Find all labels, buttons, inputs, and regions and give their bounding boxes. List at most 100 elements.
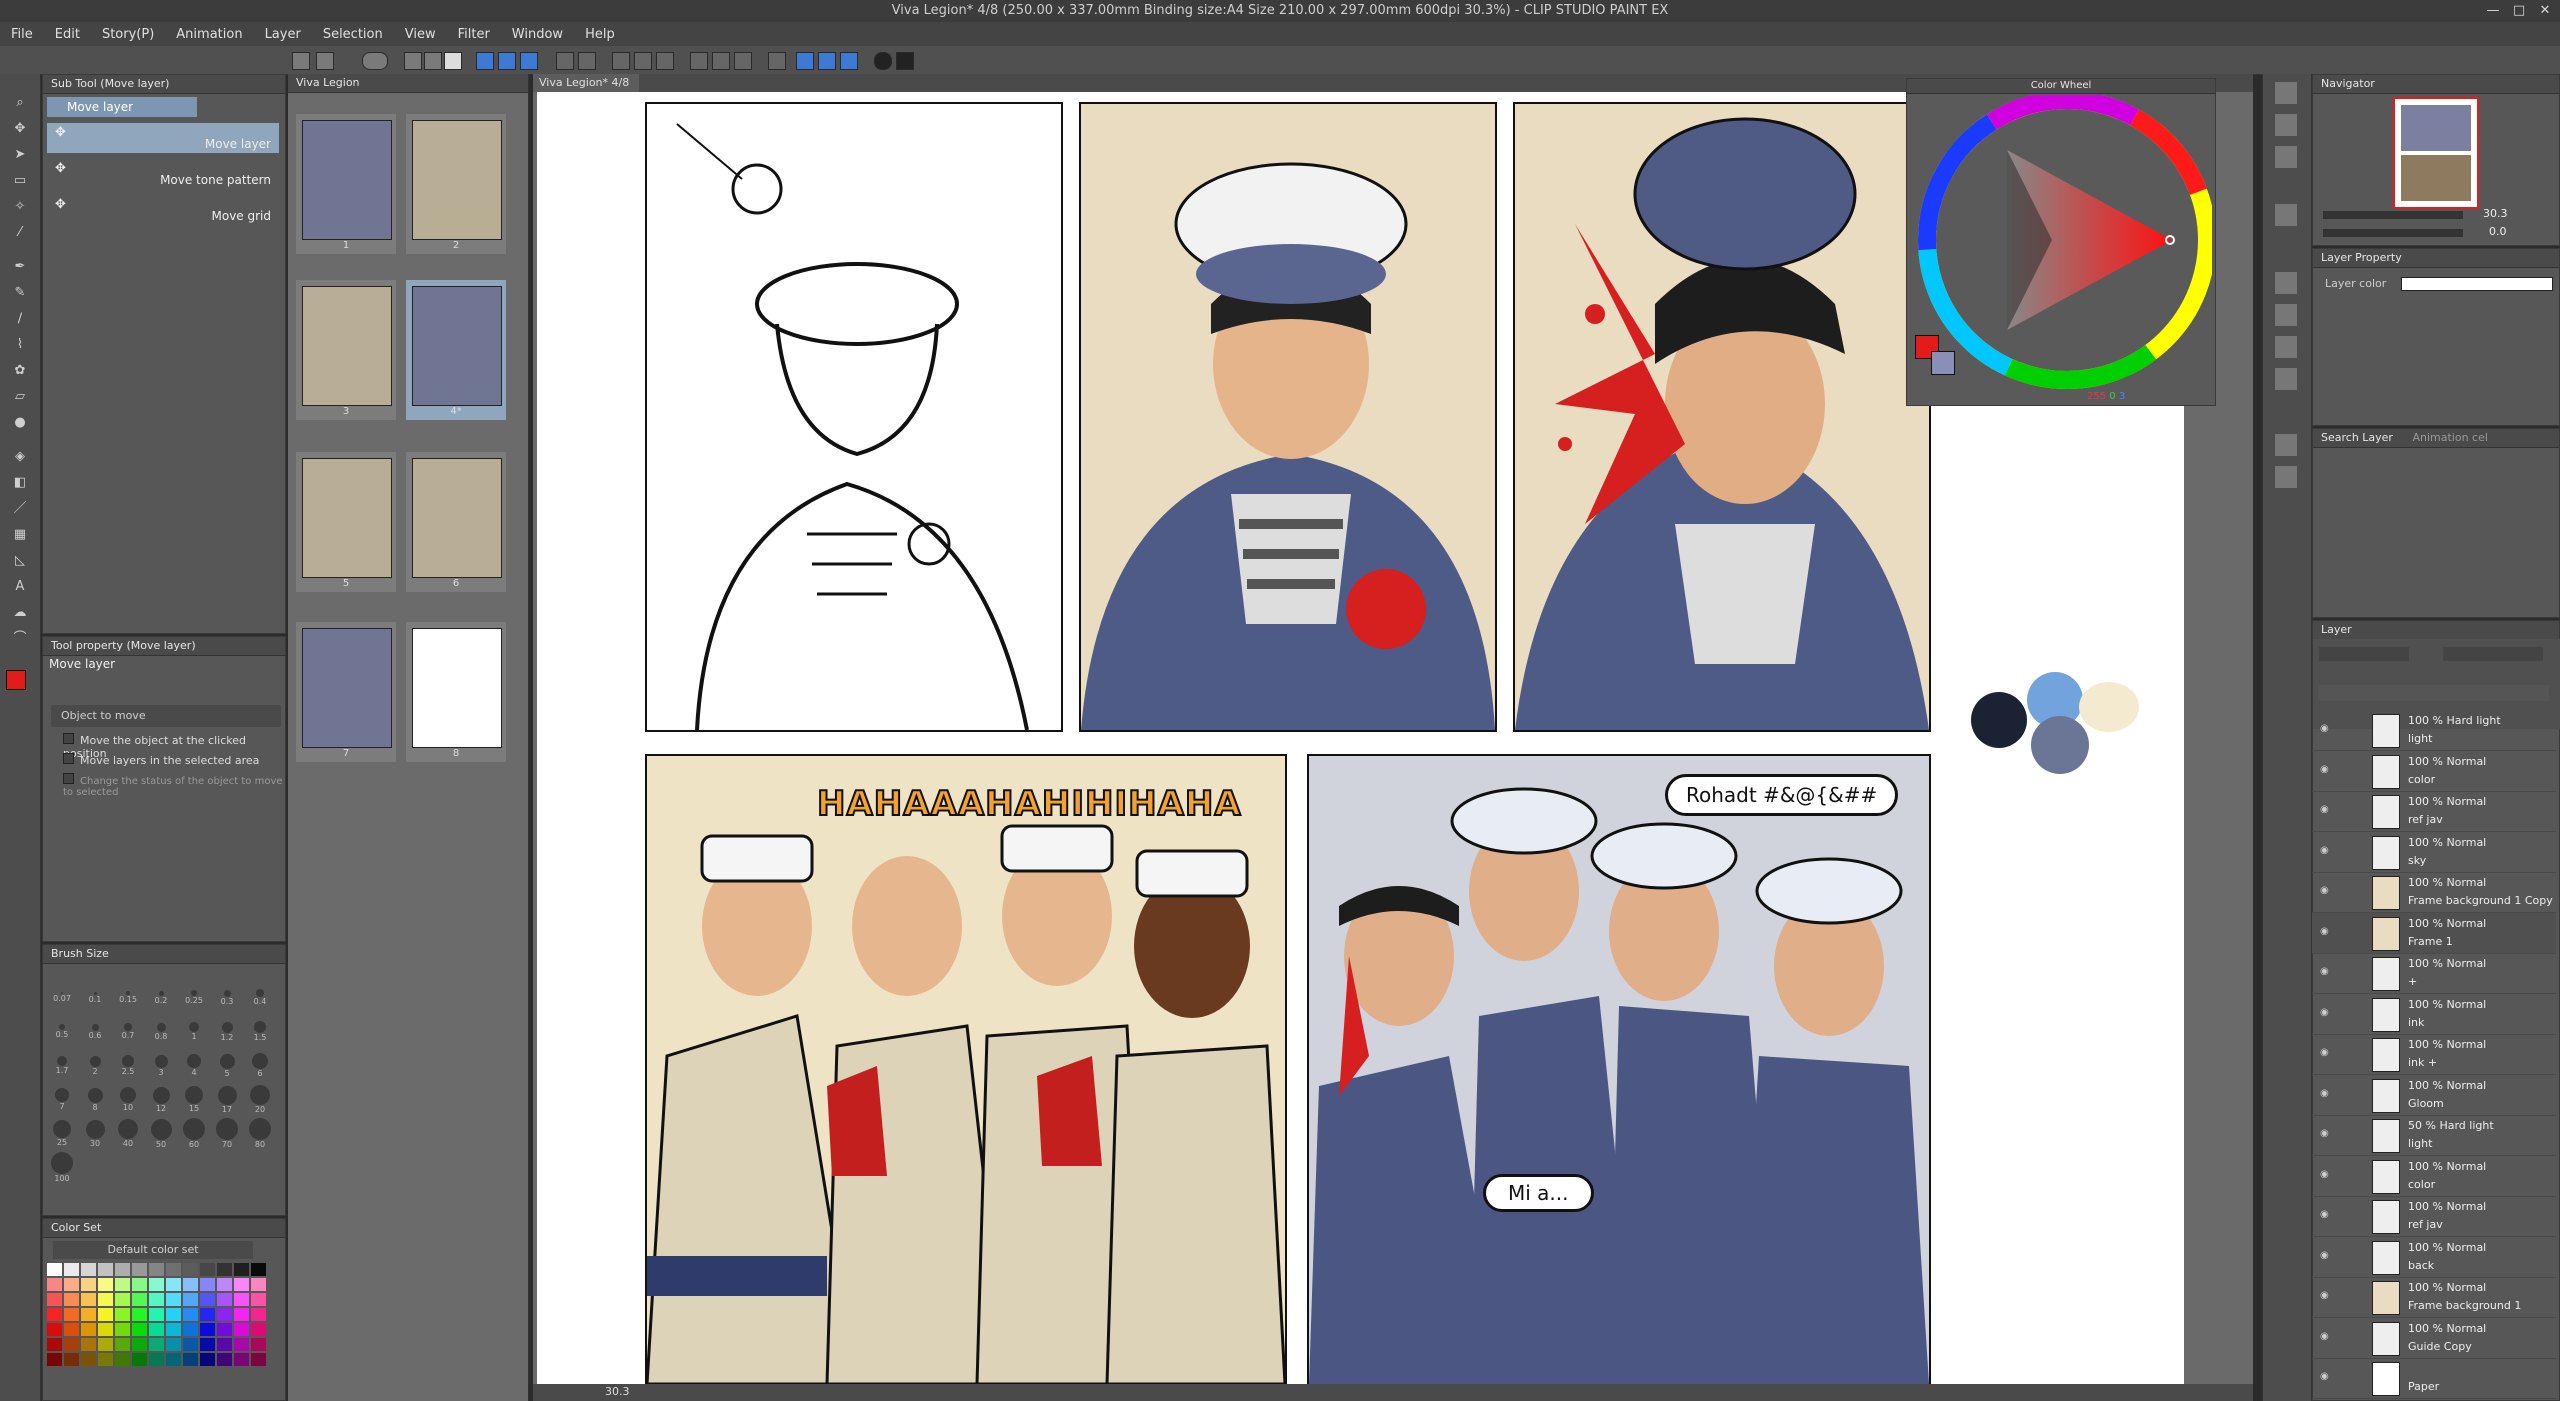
option-change-status[interactable]: Change the status of the object to move … [63,773,285,798]
brush-tool-icon[interactable]: ∕ [10,310,30,328]
layer-search-dock-icon[interactable] [2275,434,2297,456]
color-swatch[interactable] [200,1338,215,1351]
color-swatch[interactable] [98,1353,113,1366]
page-thumbnail[interactable]: 1 [296,114,396,254]
gradient-icon[interactable]: ◧ [10,474,30,492]
layer-row[interactable]: ◉ 100 % Normal ref jav [2312,1196,2556,1237]
visibility-eye-icon[interactable]: ◉ [2320,764,2330,775]
material-dock-icon[interactable] [2275,304,2297,326]
canvas-tab[interactable]: Viva Legion* 4/8 [533,74,639,92]
brush-size-preset[interactable]: 2.5 [113,1049,143,1081]
color-swatch[interactable] [64,1353,79,1366]
color-swatch[interactable] [234,1278,249,1291]
layer-row[interactable]: ◉ 100 % Normal Guide Copy [2312,1318,2556,1359]
brush-size-preset[interactable]: 0.7 [113,1015,143,1047]
color-swatch[interactable] [47,1308,62,1321]
color-swatch[interactable] [251,1338,266,1351]
object-tool-icon[interactable]: ➤ [10,146,30,164]
layer-row[interactable]: ◉ 100 % Normal sky [2312,832,2556,873]
subtool-item-move-layer[interactable]: ✥ Move layer [47,123,279,153]
color-swatch[interactable] [200,1278,215,1291]
layer-row[interactable]: ◉ 100 % Normal back [2312,1237,2556,1278]
visibility-eye-icon[interactable]: ◉ [2320,1210,2330,1220]
eraser-icon[interactable]: ▱ [10,388,30,406]
color-swatch[interactable] [251,1308,266,1321]
auto-select-icon[interactable]: ✧ [10,198,30,216]
opacity-slider[interactable] [2443,647,2543,661]
brush-size-preset[interactable]: 0.5 [47,1015,77,1047]
color-swatch[interactable] [251,1353,266,1366]
color-swatch[interactable] [132,1293,147,1306]
minimize-button[interactable]: — [2480,0,2506,22]
layer-row[interactable]: ◉ 100 % Normal + [2312,953,2556,994]
brush-size-preset[interactable]: 30 [80,1117,110,1149]
crop-icon[interactable] [734,52,752,70]
visibility-eye-icon[interactable]: ◉ [2320,926,2330,937]
color-swatch[interactable] [149,1338,164,1351]
redo-icon[interactable] [578,52,596,70]
brush-size-preset[interactable]: 1.5 [245,1015,275,1047]
pen-tool-icon[interactable]: ✒ [10,258,30,276]
info-dock-icon[interactable] [2275,368,2297,390]
layer-row[interactable]: ◉ Paper [2312,1358,2556,1399]
color-swatch[interactable] [183,1293,198,1306]
zoom-tool-icon[interactable]: ⌕ [10,94,30,112]
color-swatch[interactable] [149,1353,164,1366]
layer-color-field[interactable] [2401,277,2553,291]
animation-dock-icon[interactable] [2275,466,2297,488]
color-swatch[interactable] [47,1353,62,1366]
fill-tool-icon[interactable]: ◈ [10,448,30,466]
snap-grid-icon[interactable] [818,52,836,70]
layer-row[interactable]: ◉ 100 % Normal Frame background 1 Copy [2312,872,2556,913]
color-swatch[interactable] [115,1293,130,1306]
color-swatch[interactable] [234,1263,249,1276]
layer-row[interactable]: ◉ 100 % Normal color [2312,751,2556,792]
color-swatch[interactable] [132,1308,147,1321]
color-swatch[interactable] [200,1308,215,1321]
history-dock-icon[interactable] [2275,336,2297,358]
color-swatch[interactable] [115,1278,130,1291]
menu-selection[interactable]: Selection [312,27,394,42]
color-swatch[interactable] [47,1278,62,1291]
color-swatch[interactable] [149,1278,164,1291]
export-page-icon[interactable] [520,52,538,70]
color-swatch[interactable] [81,1323,96,1336]
brush-size-preset[interactable]: 15 [179,1083,209,1115]
eyedropper-icon[interactable]: ⁄ [10,224,30,242]
layer-row[interactable]: ◉ 100 % Normal ref jav [2312,791,2556,832]
color-swatch[interactable] [149,1323,164,1336]
export-layer-icon[interactable] [498,52,516,70]
close-button[interactable]: ✕ [2532,0,2558,22]
pencil-tool-icon[interactable]: ✎ [10,284,30,302]
brush-size-preset[interactable]: 20 [245,1083,275,1115]
clip-studio-icon[interactable] [362,52,388,70]
airbrush-icon[interactable]: ⌇ [10,336,30,354]
color-swatch[interactable] [183,1353,198,1366]
color-swatch[interactable] [251,1323,266,1336]
brush-size-preset[interactable]: 0.15 [113,981,143,1013]
menu-animation[interactable]: Animation [165,27,253,42]
navigator-dock-icon[interactable] [2275,114,2297,136]
color-swatch[interactable] [234,1353,249,1366]
zoom-slider[interactable] [2323,211,2463,219]
brush-size-preset[interactable]: 60 [179,1117,209,1149]
brush-size-preset[interactable]: 1.7 [47,1049,77,1081]
navigator-preview[interactable] [2393,97,2479,209]
brush-size-preset[interactable]: 0.25 [179,981,209,1013]
page-thumbnail[interactable]: 3 [296,280,396,420]
color-swatch[interactable] [98,1263,113,1276]
property-dock-icon[interactable] [2275,204,2297,226]
color-swatch[interactable] [132,1278,147,1291]
color-swatch[interactable] [81,1353,96,1366]
brush-size-preset[interactable]: 10 [113,1083,143,1115]
brush-size-preset[interactable]: 1 [179,1015,209,1047]
color-wheel[interactable] [1912,95,2212,395]
visibility-eye-icon[interactable]: ◉ [2320,967,2330,977]
color-swatch[interactable] [64,1308,79,1321]
close-panel-icon[interactable] [2275,82,2297,104]
visibility-eye-icon[interactable]: ◉ [2320,1372,2330,1382]
brush-size-preset[interactable]: 4 [179,1049,209,1081]
fill-icon[interactable] [656,52,674,70]
menu-file[interactable]: File [0,27,44,42]
layer-row[interactable]: ◉ 100 % Normal Frame 1 [2312,912,2556,954]
